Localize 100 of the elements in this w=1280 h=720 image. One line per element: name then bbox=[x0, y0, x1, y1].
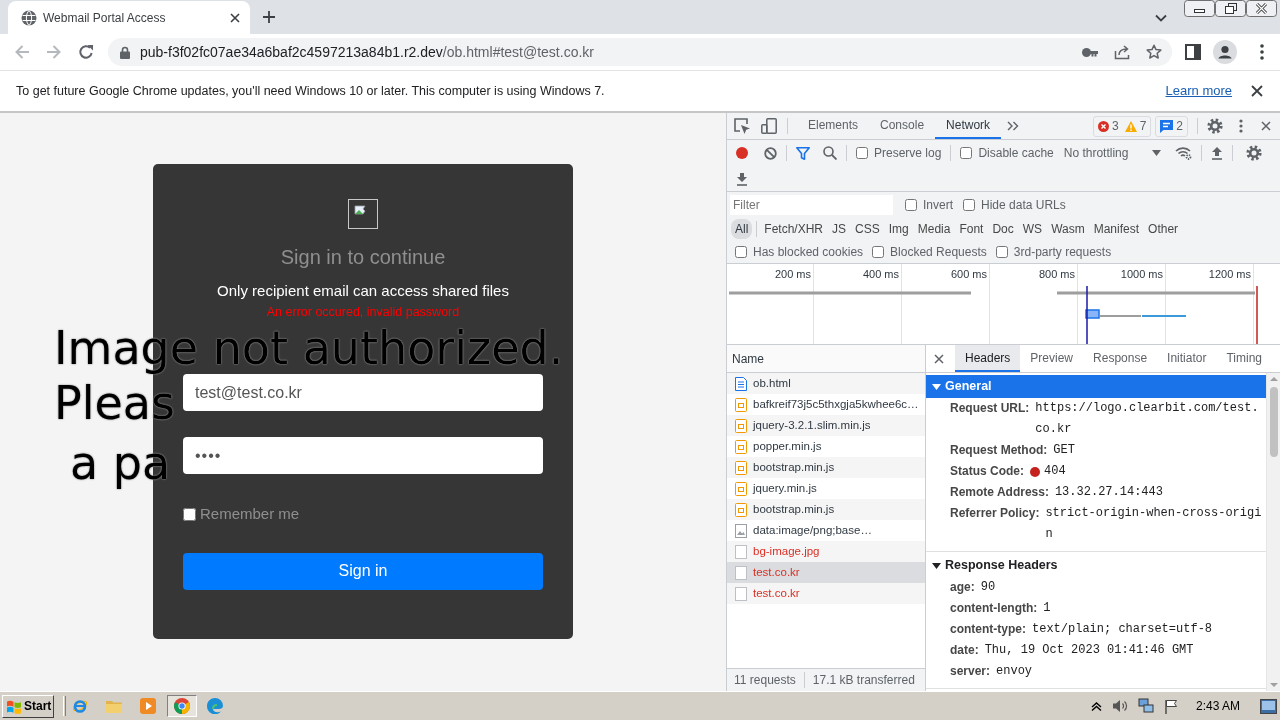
circle-logo-icon[interactable] bbox=[174, 698, 190, 714]
script-icon bbox=[735, 418, 747, 433]
header-name: Status Code: bbox=[950, 463, 1024, 480]
details-tab[interactable]: Initiator bbox=[1157, 345, 1217, 372]
reload-icon[interactable] bbox=[78, 44, 94, 60]
request-row[interactable]: bootstrap.min.js bbox=[727, 499, 925, 520]
checkbox[interactable] bbox=[872, 245, 885, 258]
share-icon[interactable] bbox=[1114, 44, 1130, 60]
request-row[interactable]: popper.min.js bbox=[727, 436, 925, 457]
request-row[interactable]: data:image/png;base… bbox=[727, 520, 925, 541]
type-filter[interactable]: Other bbox=[1144, 218, 1183, 239]
type-filter[interactable]: Doc bbox=[988, 218, 1018, 239]
star-icon[interactable] bbox=[1146, 44, 1162, 60]
request-row[interactable]: bafkreif73j5c5thxgja5kwhee6c… bbox=[727, 394, 925, 415]
filter-icon[interactable] bbox=[796, 146, 810, 160]
type-filter[interactable]: Manifest bbox=[1089, 218, 1144, 239]
throttling-select[interactable]: No throttling bbox=[1063, 144, 1161, 162]
request-row[interactable]: test.co.kr bbox=[727, 583, 925, 604]
checkbox[interactable] bbox=[905, 198, 917, 211]
start-button[interactable]: Start bbox=[2, 694, 54, 718]
close-icon[interactable] bbox=[1261, 121, 1271, 131]
issues-button[interactable]: 3 7 bbox=[1092, 115, 1152, 137]
section-header[interactable]: General bbox=[926, 375, 1266, 398]
type-filter[interactable]: CSS bbox=[851, 218, 884, 239]
infobar-message: To get future Google Chrome updates, you'll need Windows 10 or later. This computer is using Windows 7. bbox=[16, 82, 605, 100]
type-filter[interactable]: Font bbox=[955, 218, 988, 239]
devtools-tab[interactable]: Elements bbox=[797, 113, 870, 139]
details-tab[interactable]: Timing bbox=[1216, 345, 1272, 372]
section-header[interactable]: Response Headers bbox=[926, 554, 1266, 577]
remember-checkbox[interactable] bbox=[183, 507, 196, 521]
request-row[interactable]: ob.html bbox=[727, 373, 925, 394]
device-icon[interactable] bbox=[760, 117, 778, 135]
request-row[interactable]: jquery-3.2.1.slim.min.js bbox=[727, 415, 925, 436]
new-tab-icon[interactable] bbox=[263, 11, 275, 23]
browser-tab[interactable]: Webmail Portal Access bbox=[8, 1, 250, 34]
record-icon[interactable] bbox=[736, 147, 748, 159]
header-value: 1 bbox=[1043, 600, 1051, 617]
restore-icon[interactable] bbox=[1215, 0, 1246, 17]
flag-icon[interactable] bbox=[1163, 698, 1178, 714]
request-row[interactable]: jquery.min.js bbox=[727, 478, 925, 499]
type-filter[interactable]: JS bbox=[828, 218, 851, 239]
settings-icon[interactable] bbox=[1245, 145, 1262, 161]
request-row[interactable]: bg-image.jpg bbox=[727, 541, 925, 562]
details-tab[interactable]: Headers bbox=[955, 345, 1021, 372]
header-value: envoy bbox=[996, 663, 1033, 680]
request-row[interactable]: bootstrap.min.js bbox=[727, 457, 925, 478]
settings-icon[interactable] bbox=[1207, 118, 1223, 134]
checkbox[interactable] bbox=[963, 198, 975, 211]
inspect-icon[interactable] bbox=[733, 117, 751, 135]
password-field[interactable]: •••• bbox=[183, 437, 543, 474]
more-tabs-icon[interactable] bbox=[1007, 121, 1020, 131]
type-filter[interactable]: Img bbox=[884, 218, 913, 239]
request-row[interactable]: test.co.kr bbox=[727, 562, 925, 583]
learn-more-link[interactable]: Learn more bbox=[1165, 81, 1232, 101]
close-icon[interactable] bbox=[230, 12, 240, 23]
type-filter[interactable]: Media bbox=[913, 218, 955, 239]
network-settings-icon[interactable] bbox=[1174, 146, 1192, 160]
checkbox[interactable] bbox=[735, 245, 747, 258]
sign-in-button[interactable]: Sign in bbox=[183, 552, 543, 590]
address-bar[interactable]: pub-f3f02fc07ae34a6baf2c4597213a84b1.r2.dev/ob.html#test@test.co.kr bbox=[108, 38, 1172, 66]
tick-label: 1200 ms bbox=[1208, 268, 1251, 280]
devtools-tab[interactable]: Console bbox=[869, 113, 936, 139]
details-tab[interactable]: Response bbox=[1083, 345, 1158, 372]
download-icon[interactable] bbox=[736, 172, 748, 186]
email-field[interactable]: test@test.co.kr bbox=[183, 374, 543, 411]
key-icon[interactable] bbox=[1082, 47, 1098, 57]
menu-icon[interactable] bbox=[1239, 119, 1243, 133]
close-icon[interactable] bbox=[1246, 0, 1277, 17]
network-icon[interactable] bbox=[1137, 698, 1154, 714]
clear-icon[interactable] bbox=[764, 146, 777, 160]
search-icon[interactable] bbox=[823, 146, 837, 160]
type-filter[interactable]: WS bbox=[1018, 218, 1047, 239]
checkbox[interactable] bbox=[856, 147, 868, 159]
type-filter[interactable]: All bbox=[731, 218, 753, 239]
minimize-icon[interactable] bbox=[1184, 0, 1215, 17]
header-value: text/plain; charset=utf-8 bbox=[1032, 621, 1213, 638]
side-panel-icon[interactable] bbox=[1185, 44, 1201, 60]
filter-field[interactable]: Filter bbox=[730, 194, 893, 215]
type-filter[interactable]: Fetch/XHR bbox=[760, 218, 828, 239]
taskbar-button[interactable] bbox=[167, 695, 197, 717]
chevron-up-icon[interactable] bbox=[1090, 701, 1102, 711]
close-icon[interactable] bbox=[1251, 85, 1263, 97]
checkbox[interactable] bbox=[960, 147, 973, 159]
type-filter[interactable]: Wasm bbox=[1047, 218, 1089, 239]
chevron-down-icon[interactable] bbox=[1155, 14, 1167, 22]
menu-icon[interactable] bbox=[1260, 44, 1264, 60]
scrollbar-thumb[interactable] bbox=[1269, 387, 1278, 457]
checkbox-label: Preserve log bbox=[874, 145, 942, 162]
url-text: pub-f3f02fc07ae34a6baf2c4597213a84b1.r2.dev/ob.html#test@test.co.kr bbox=[140, 42, 594, 62]
messages-button[interactable]: 2 bbox=[1155, 115, 1188, 137]
show-desktop-icon[interactable] bbox=[1260, 698, 1277, 714]
profile-icon[interactable] bbox=[1213, 40, 1237, 64]
file-icon bbox=[735, 544, 747, 559]
document-icon bbox=[735, 376, 747, 391]
checkbox[interactable] bbox=[995, 245, 1008, 258]
speaker-icon[interactable] bbox=[1111, 699, 1128, 713]
upload-icon[interactable] bbox=[1210, 146, 1223, 160]
details-tab[interactable]: Preview bbox=[1020, 345, 1084, 372]
globe-icon bbox=[21, 9, 37, 26]
close-icon[interactable] bbox=[934, 353, 944, 364]
